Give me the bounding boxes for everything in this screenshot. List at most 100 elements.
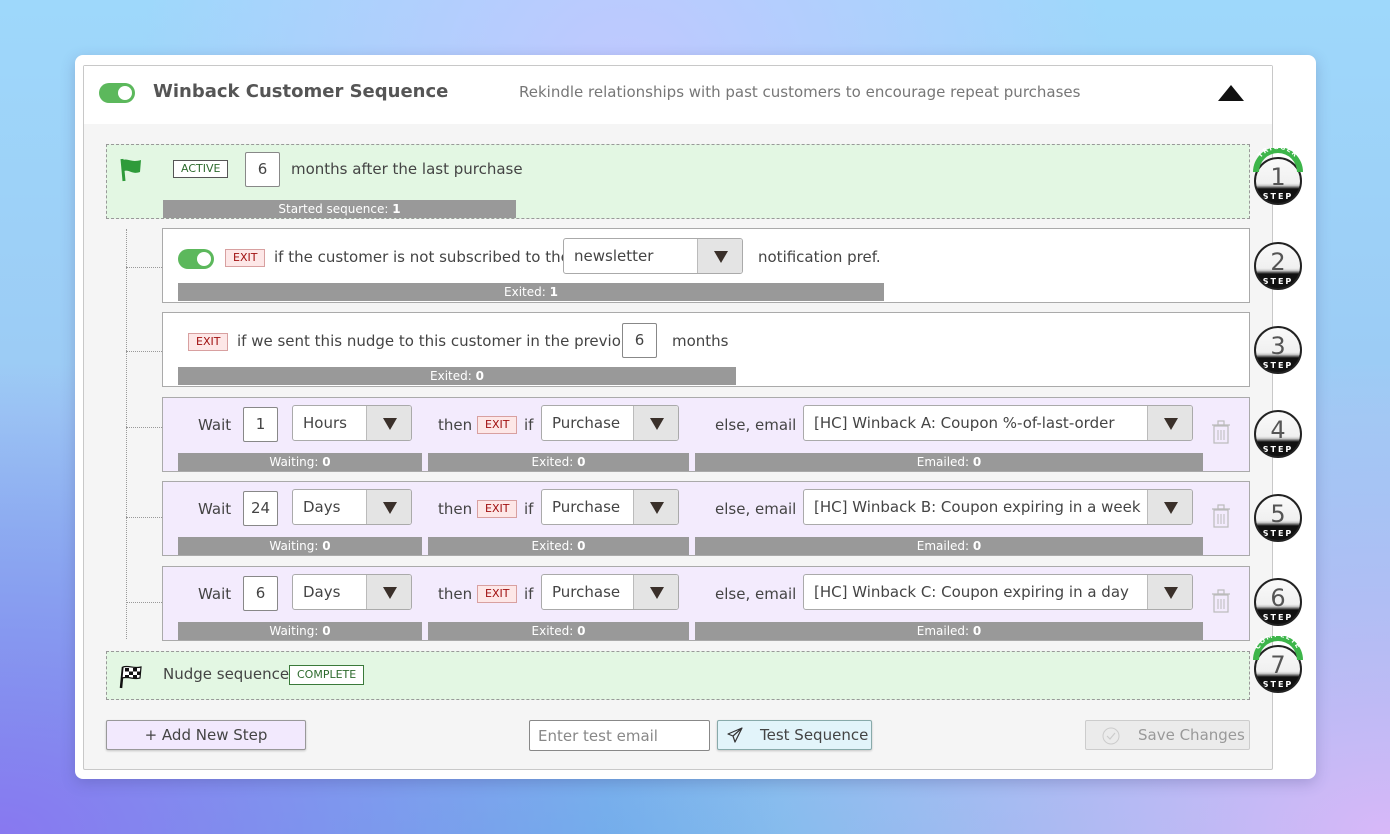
step-label: STEP [1262, 277, 1294, 286]
save-changes-button[interactable]: Save Changes [1085, 720, 1250, 750]
previous-months-input[interactable]: 6 [622, 323, 657, 358]
step-trigger: ACTIVE 6 months after the last purchase … [106, 144, 1250, 219]
chevron-down-icon[interactable] [633, 406, 678, 440]
sequence-panel: Winback Customer Sequence Rekindle relat… [83, 65, 1273, 770]
wait-unit-select[interactable]: Days [292, 574, 412, 610]
chevron-down-icon[interactable] [1147, 490, 1192, 524]
stat-label: Waiting: [269, 539, 323, 553]
stat-label: Started sequence: [278, 202, 393, 216]
then-label: then [438, 500, 473, 518]
select-value: Hours [303, 414, 347, 432]
exit-badge: EXIT [477, 585, 518, 603]
trash-icon[interactable] [1212, 589, 1230, 613]
then-label: then [438, 416, 473, 434]
stat-label: Exited: [430, 369, 476, 383]
condition-suffix: months [672, 332, 729, 350]
step-enabled-toggle[interactable] [178, 249, 214, 269]
stat-waiting: Waiting: 0 [178, 453, 422, 471]
step-label: STEP [1262, 680, 1294, 689]
stat-value: 0 [577, 455, 586, 469]
stat-value: 0 [322, 624, 331, 638]
step-label: STEP [1262, 361, 1294, 370]
step-number-medal: 3 STEP [1254, 326, 1302, 374]
add-new-step-button[interactable]: + Add New Step [106, 720, 306, 750]
status-badge-complete: COMPLETE [289, 665, 365, 685]
test-sequence-label: Test Sequence [760, 726, 869, 744]
stat-started: Started sequence: 1 [163, 200, 516, 218]
step-exit-recent-nudge: EXIT if we sent this nudge to this custo… [162, 312, 1250, 387]
notification-pref-select[interactable]: newsletter [563, 238, 743, 274]
stat-exited: Exited: 0 [428, 453, 689, 471]
chevron-down-icon[interactable] [366, 490, 411, 524]
stat-value: 0 [577, 624, 586, 638]
connector-branch [126, 517, 162, 518]
exit-condition-select[interactable]: Purchase [541, 405, 679, 441]
stat-emailed: Emailed: 0 [695, 453, 1203, 471]
stat-exited: Exited: 0 [428, 537, 689, 555]
wait-amount-input[interactable]: 1 [243, 407, 278, 442]
then-label: then [438, 585, 473, 603]
sequence-enabled-toggle[interactable] [99, 83, 135, 103]
connector-branch [126, 602, 162, 603]
connector-line [126, 229, 127, 639]
wait-amount-input[interactable]: 24 [243, 491, 278, 526]
sequence-description: Rekindle relationships with past custome… [519, 83, 1081, 101]
chevron-down-icon[interactable] [633, 490, 678, 524]
wait-label: Wait [198, 585, 232, 603]
email-template-select[interactable]: [HC] Winback A: Coupon %-of-last-order [803, 405, 1193, 441]
exit-condition-select[interactable]: Purchase [541, 489, 679, 525]
stat-label: Exited: [531, 455, 578, 469]
stat-value: 0 [972, 539, 982, 553]
test-sequence-button[interactable]: Test Sequence [717, 720, 872, 750]
wait-unit-select[interactable]: Days [292, 489, 412, 525]
step-wait-email: Wait 1 Hours then EXIT if Purchase else, email [… [162, 397, 1250, 472]
step-number-medal: 2 STEP [1254, 242, 1302, 290]
check-circle-icon [1102, 727, 1120, 745]
checkered-flag-icon [119, 665, 142, 689]
chevron-down-icon[interactable] [366, 575, 411, 609]
trigger-text: months after the last purchase [291, 160, 523, 178]
chevron-down-icon[interactable] [633, 575, 678, 609]
exit-badge: EXIT [225, 249, 266, 267]
stat-label: Emailed: [916, 624, 973, 638]
condition-text: if the customer is not subscribed to the [274, 248, 570, 266]
chevron-down-icon[interactable] [697, 239, 742, 273]
trash-icon[interactable] [1212, 504, 1230, 528]
condition-text: if we sent this nudge to this customer i… [237, 332, 639, 350]
stat-value: 0 [972, 455, 982, 469]
test-email-input[interactable] [529, 720, 710, 751]
select-value: Purchase [552, 414, 621, 432]
trigger-months-input[interactable]: 6 [245, 152, 280, 187]
stat-label: Exited: [531, 539, 578, 553]
stat-exited: Exited: 0 [178, 367, 736, 385]
stat-waiting: Waiting: 0 [178, 537, 422, 555]
wait-unit-select[interactable]: Hours [292, 405, 412, 441]
complete-arc-icon: COMPLETE [1253, 636, 1303, 660]
else-email-label: else, email [715, 585, 797, 603]
email-template-select[interactable]: [HC] Winback B: Coupon expiring in a wee… [803, 489, 1193, 525]
chevron-down-icon[interactable] [366, 406, 411, 440]
select-value: [HC] Winback B: Coupon expiring in a wee… [814, 498, 1141, 516]
connector-branch [126, 351, 162, 352]
stat-value: 0 [322, 539, 331, 553]
step-label: STEP [1262, 445, 1294, 454]
trash-icon[interactable] [1212, 420, 1230, 444]
collapse-icon[interactable] [1218, 85, 1244, 101]
select-value: newsletter [574, 247, 654, 265]
complete-text: Nudge sequence [163, 665, 290, 683]
select-value: [HC] Winback A: Coupon %-of-last-order [814, 414, 1115, 432]
step-label: STEP [1262, 192, 1294, 201]
step-wait-email: Wait 24 Days then EXIT if Purchase else, email [… [162, 481, 1250, 556]
exit-condition-select[interactable]: Purchase [541, 574, 679, 610]
stat-value: 0 [322, 455, 331, 469]
exit-badge: EXIT [477, 416, 518, 434]
stat-exited: Exited: 1 [178, 283, 884, 301]
select-value: Days [303, 583, 341, 601]
chevron-down-icon[interactable] [1147, 575, 1192, 609]
arc-label: TRIGGER [1256, 148, 1299, 159]
wait-label: Wait [198, 500, 232, 518]
step-number: 5 [1270, 500, 1286, 528]
email-template-select[interactable]: [HC] Winback C: Coupon expiring in a day [803, 574, 1193, 610]
chevron-down-icon[interactable] [1147, 406, 1192, 440]
wait-amount-input[interactable]: 6 [243, 576, 278, 611]
